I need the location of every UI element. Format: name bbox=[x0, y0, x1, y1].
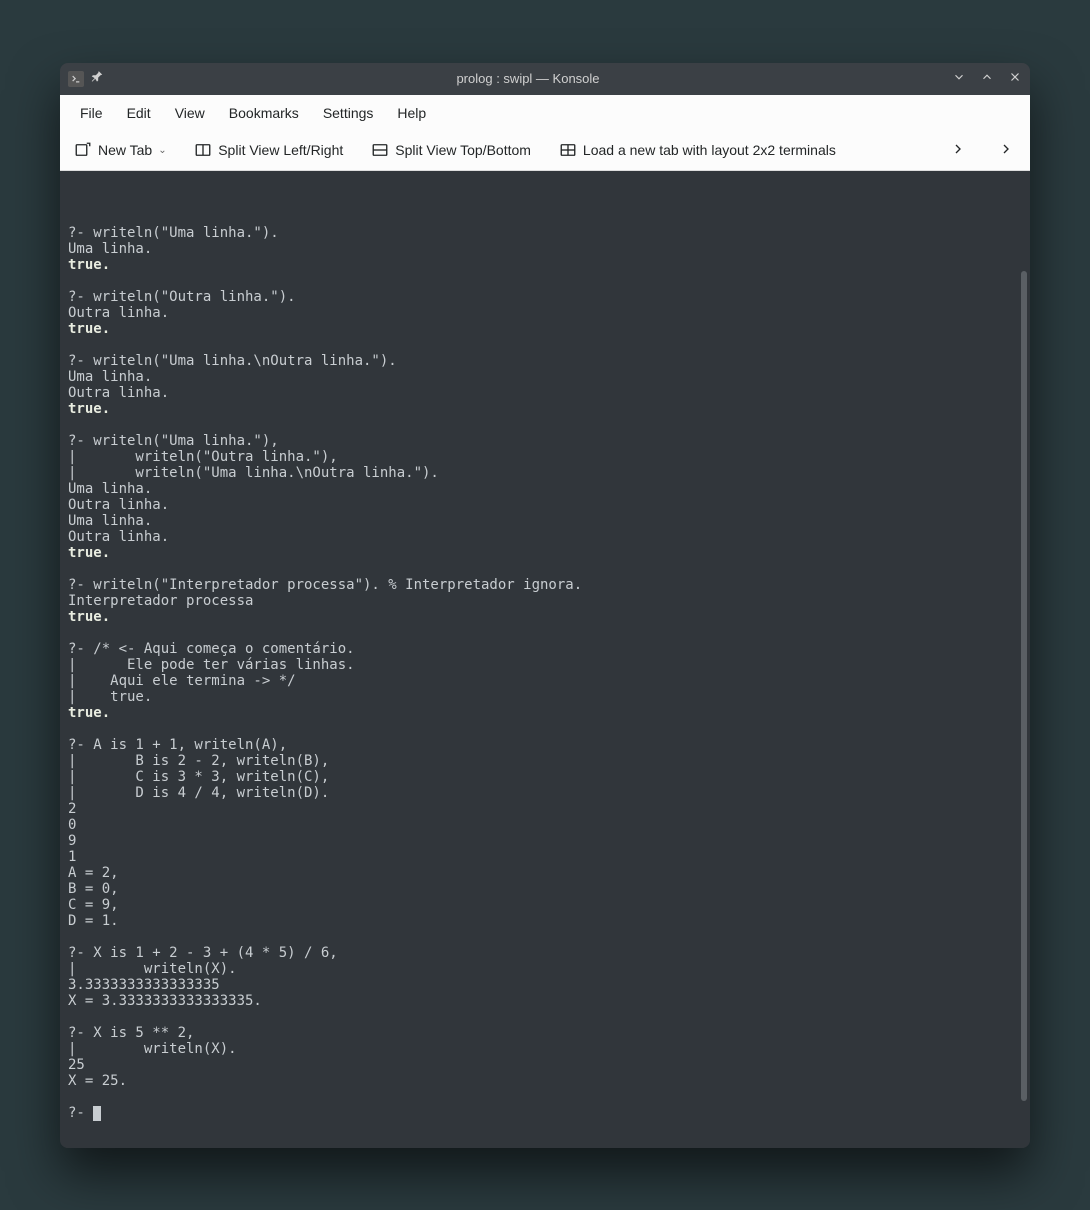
terminal-line: ?- X is 1 + 2 - 3 + (4 * 5) / 6, bbox=[68, 945, 1022, 961]
terminal-line: Outra linha. bbox=[68, 529, 1022, 545]
window-title: prolog : swipl — Konsole bbox=[104, 71, 952, 86]
new-tab-label: New Tab bbox=[98, 142, 152, 158]
chevron-right-icon bbox=[950, 141, 966, 157]
menu-bookmarks[interactable]: Bookmarks bbox=[217, 99, 311, 127]
pin-icon[interactable] bbox=[90, 70, 104, 87]
terminal-line: X = 25. bbox=[68, 1073, 1022, 1089]
terminal-line: true. bbox=[68, 609, 1022, 625]
terminal-line bbox=[68, 929, 1022, 945]
grid-icon bbox=[559, 141, 577, 159]
terminal-line: Uma linha. bbox=[68, 513, 1022, 529]
terminal-line bbox=[68, 561, 1022, 577]
menu-file[interactable]: File bbox=[68, 99, 115, 127]
terminal-line: ?- A is 1 + 1, writeln(A), bbox=[68, 737, 1022, 753]
split-lr-icon bbox=[194, 141, 212, 159]
close-button[interactable] bbox=[1008, 70, 1022, 87]
terminal-line bbox=[68, 417, 1022, 433]
terminal-line: ?- /* <- Aqui começa o comentário. bbox=[68, 641, 1022, 657]
terminal-line: | writeln(X). bbox=[68, 1041, 1022, 1057]
terminal-line: 0 bbox=[68, 817, 1022, 833]
terminal-line: ?- writeln("Uma linha.\nOutra linha."). bbox=[68, 353, 1022, 369]
cursor bbox=[93, 1106, 101, 1121]
terminal-line: A = 2, bbox=[68, 865, 1022, 881]
terminal-line bbox=[68, 721, 1022, 737]
terminal-line: 25 bbox=[68, 1057, 1022, 1073]
terminal-line: true. bbox=[68, 321, 1022, 337]
scrollbar[interactable] bbox=[1021, 271, 1027, 1101]
terminal-line: | writeln("Uma linha.\nOutra linha."). bbox=[68, 465, 1022, 481]
split-lr-button[interactable]: Split View Left/Right bbox=[188, 137, 349, 163]
terminal-line: true. bbox=[68, 401, 1022, 417]
new-tab-button[interactable]: New Tab ⌄ bbox=[68, 137, 172, 163]
terminal-line: Outra linha. bbox=[68, 305, 1022, 321]
terminal-prompt[interactable]: ?- bbox=[68, 1105, 1022, 1121]
menu-edit[interactable]: Edit bbox=[115, 99, 163, 127]
terminal-line: | true. bbox=[68, 689, 1022, 705]
terminal-line: ?- writeln("Outra linha."). bbox=[68, 289, 1022, 305]
menubar: File Edit View Bookmarks Settings Help bbox=[60, 95, 1030, 131]
menu-settings[interactable]: Settings bbox=[311, 99, 386, 127]
terminal[interactable]: ?- writeln("Uma linha.").Uma linha.true.… bbox=[60, 171, 1030, 1148]
terminal-line bbox=[68, 625, 1022, 641]
chevron-right-icon bbox=[998, 141, 1014, 157]
terminal-line: 2 bbox=[68, 801, 1022, 817]
terminal-line: 9 bbox=[68, 833, 1022, 849]
menu-help[interactable]: Help bbox=[385, 99, 438, 127]
terminal-line: X = 3.3333333333333335. bbox=[68, 993, 1022, 1009]
terminal-line: D = 1. bbox=[68, 913, 1022, 929]
terminal-line: Uma linha. bbox=[68, 241, 1022, 257]
split-tb-icon bbox=[371, 141, 389, 159]
toolbar: New Tab ⌄ Split View Left/Right Split Vi… bbox=[60, 131, 1030, 171]
terminal-line: | D is 4 / 4, writeln(D). bbox=[68, 785, 1022, 801]
terminal-line: 3.3333333333333335 bbox=[68, 977, 1022, 993]
terminal-line: ?- X is 5 ** 2, bbox=[68, 1025, 1022, 1041]
terminal-line: Outra linha. bbox=[68, 497, 1022, 513]
load-layout-label: Load a new tab with layout 2x2 terminals bbox=[583, 142, 836, 158]
nav-next-button[interactable] bbox=[990, 137, 1022, 164]
menu-view[interactable]: View bbox=[163, 99, 217, 127]
terminal-line: Interpretador processa bbox=[68, 593, 1022, 609]
minimize-button[interactable] bbox=[952, 70, 966, 87]
maximize-button[interactable] bbox=[980, 70, 994, 87]
terminal-line bbox=[68, 209, 1022, 225]
terminal-line bbox=[68, 1089, 1022, 1105]
terminal-line: C = 9, bbox=[68, 897, 1022, 913]
app-icon bbox=[68, 71, 84, 87]
terminal-line: | B is 2 - 2, writeln(B), bbox=[68, 753, 1022, 769]
terminal-line: | writeln(X). bbox=[68, 961, 1022, 977]
new-tab-icon bbox=[74, 141, 92, 159]
terminal-line bbox=[68, 1009, 1022, 1025]
terminal-line: | writeln("Outra linha."), bbox=[68, 449, 1022, 465]
split-lr-label: Split View Left/Right bbox=[218, 142, 343, 158]
terminal-line: Uma linha. bbox=[68, 481, 1022, 497]
terminal-line: true. bbox=[68, 545, 1022, 561]
titlebar[interactable]: prolog : swipl — Konsole bbox=[60, 63, 1030, 95]
konsole-window: prolog : swipl — Konsole File Edit View … bbox=[60, 63, 1030, 1148]
terminal-line: B = 0, bbox=[68, 881, 1022, 897]
chevron-down-icon[interactable]: ⌄ bbox=[158, 145, 166, 156]
terminal-line: ?- writeln("Uma linha."). bbox=[68, 225, 1022, 241]
terminal-line: true. bbox=[68, 705, 1022, 721]
terminal-line: | C is 3 * 3, writeln(C), bbox=[68, 769, 1022, 785]
terminal-line: | Ele pode ter várias linhas. bbox=[68, 657, 1022, 673]
split-tb-button[interactable]: Split View Top/Bottom bbox=[365, 137, 537, 163]
terminal-line bbox=[68, 273, 1022, 289]
terminal-line: true. bbox=[68, 257, 1022, 273]
terminal-line: Outra linha. bbox=[68, 385, 1022, 401]
split-tb-label: Split View Top/Bottom bbox=[395, 142, 531, 158]
terminal-line: 1 bbox=[68, 849, 1022, 865]
nav-prev-button[interactable] bbox=[942, 137, 974, 164]
terminal-line bbox=[68, 337, 1022, 353]
terminal-line: ?- writeln("Uma linha."), bbox=[68, 433, 1022, 449]
terminal-line: Uma linha. bbox=[68, 369, 1022, 385]
terminal-line: | Aqui ele termina -> */ bbox=[68, 673, 1022, 689]
load-layout-button[interactable]: Load a new tab with layout 2x2 terminals bbox=[553, 137, 842, 163]
terminal-line: ?- writeln("Interpretador processa"). % … bbox=[68, 577, 1022, 593]
